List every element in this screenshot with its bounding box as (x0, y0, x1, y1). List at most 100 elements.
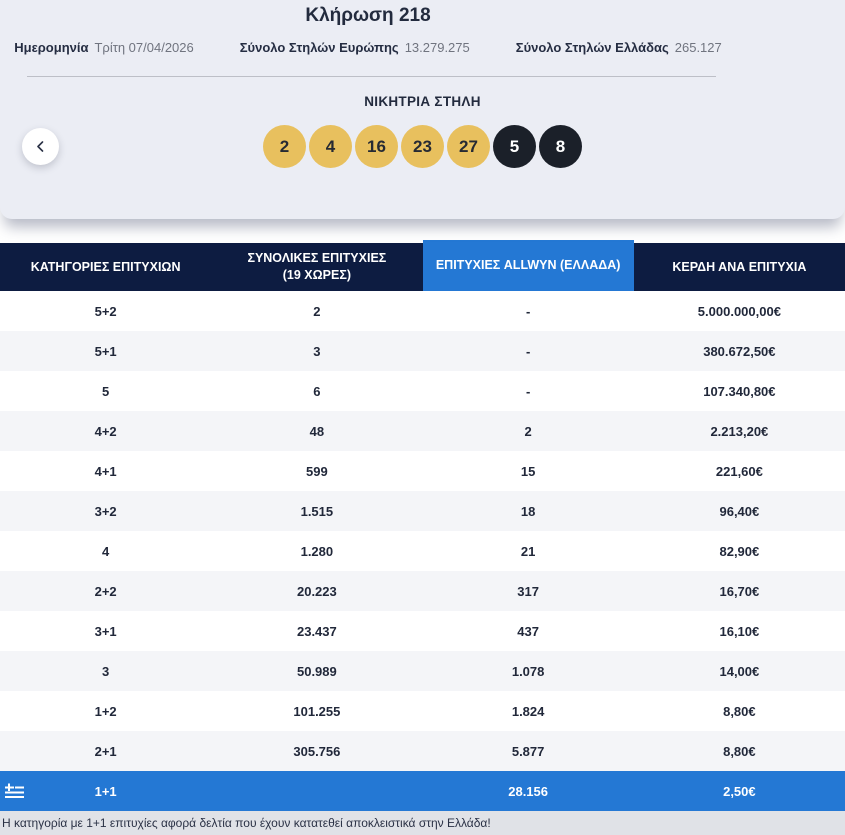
bonus-number-ball: 5 (493, 125, 536, 168)
cell-total: 6 (313, 383, 321, 399)
cell-prize: 14,00€ (719, 663, 760, 679)
winning-number-ball: 16 (355, 125, 398, 168)
meta-date-value: Τρίτη 07/04/2026 (94, 40, 194, 55)
cell-greece: 1.078 (511, 663, 545, 679)
table-row: 4 1.280 21 82,90€ (0, 531, 845, 571)
column-header-total-line2: (19 ΧΩΡΕΣ) (282, 268, 351, 282)
cell-category: 5+1 (94, 343, 117, 359)
cell-greece: 18 (520, 503, 536, 519)
previous-draw-button[interactable] (22, 128, 59, 165)
cell-greece: 437 (517, 623, 539, 639)
cell-total: 1.515 (300, 503, 334, 519)
cell-prize: 16,70€ (719, 583, 760, 599)
greece-only-footnote: Η κατηγορία με 1+1 επιτυχίες αφορά δελτί… (0, 811, 845, 835)
cell-greece: - (525, 383, 531, 399)
cell-greece: 2 (524, 423, 532, 439)
chevron-left-icon (35, 141, 46, 152)
table-row: 1+2 101.255 1.824 8,80€ (0, 691, 845, 731)
winning-number-ball: 2 (263, 125, 306, 168)
column-header-prize: ΚΕΡΔΗ ΑΝΑ ΕΠΙΤΥΧΙΑ (633, 243, 845, 291)
winning-number-ball: 23 (401, 125, 444, 168)
table-row: 2+2 20.223 317 16,70€ (0, 571, 845, 611)
meta-greece-label: Σύνολο Στηλών Ελλάδας (515, 40, 669, 55)
cell-prize: 96,40€ (719, 503, 760, 519)
cell-category: 4 (102, 543, 110, 559)
cell-category: 5 (102, 383, 110, 399)
cell-prize: 8,80€ (723, 703, 756, 719)
cell-prize: 8,80€ (723, 743, 756, 759)
column-header-categories: ΚΑΤΗΓΟΡΙΕΣ ΕΠΙΤΥΧΙΩΝ (0, 243, 212, 291)
cell-category: 3+2 (94, 503, 117, 519)
cell-category: 4+2 (94, 423, 117, 439)
table-row: 4+1 599 15 221,60€ (0, 451, 845, 491)
greece-only-category-row: 1+1 28.156 2,50€ (0, 771, 845, 811)
cell-category: 5+2 (94, 303, 117, 319)
cell-total: 101.255 (293, 703, 341, 719)
results-table-header: ΚΑΤΗΓΟΡΙΕΣ ΕΠΙΤΥΧΙΩΝ ΣΥΝΟΛΙΚΕΣ ΕΠΙΤΥΧΙΕΣ… (0, 240, 845, 291)
cell-total: 3 (313, 343, 321, 359)
winning-column-title: ΝΙΚΗΤΡΙΑ ΣΤΗΛΗ (364, 94, 481, 109)
cell-prize: 16,10€ (719, 623, 760, 639)
header-divider (27, 76, 716, 77)
winning-numbers-row: 2 4 16 23 27 5 8 (0, 125, 845, 168)
cell-prize: 2,50€ (723, 783, 756, 799)
table-row: 2+1 305.756 5.877 8,80€ (0, 731, 845, 771)
cell-greece: 1.824 (511, 703, 545, 719)
cell-total: 50.989 (296, 663, 337, 679)
cell-greece: 15 (520, 463, 536, 479)
meta-europe-columns: Σύνολο Στηλών Ευρώπης 13.279.275 (240, 40, 470, 55)
card-table-gap (0, 219, 845, 240)
meta-date: Ημερομηνία Τρίτη 07/04/2026 (14, 40, 194, 55)
cell-greece: 28.156 (508, 783, 548, 799)
meta-greece-columns: Σύνολο Στηλών Ελλάδας 265.127 (516, 40, 722, 55)
draw-info-block: Κλήρωση 218 Ημερομηνία Τρίτη 07/04/2026 … (0, 0, 736, 77)
table-row: 5 6 - 107.340,80€ (0, 371, 845, 411)
table-row: 3+1 23.437 437 16,10€ (0, 611, 845, 651)
cell-total: 48 (309, 423, 325, 439)
column-header-total-wins: ΣΥΝΟΛΙΚΕΣ ΕΠΙΤΥΧΙΕΣ (19 ΧΩΡΕΣ) (211, 243, 423, 291)
table-row: 3 50.989 1.078 14,00€ (0, 651, 845, 691)
page-title: Κλήρωση 218 (305, 5, 431, 26)
table-row: 4+2 48 2 2.213,20€ (0, 411, 845, 451)
meta-date-label: Ημερομηνία (14, 40, 89, 55)
table-row: 5+1 3 - 380.672,50€ (0, 331, 845, 371)
cell-category: 4+1 (94, 463, 117, 479)
cell-prize: 107.340,80€ (703, 383, 776, 399)
cell-category: 1+2 (94, 703, 117, 719)
results-table-body: 5+2 2 - 5.000.000,00€ 5+1 3 - 380.672,50… (0, 291, 845, 835)
cell-total: 305.756 (293, 743, 341, 759)
column-header-total-line1: ΣΥΝΟΛΙΚΕΣ ΕΠΙΤΥΧΙΕΣ (247, 251, 387, 265)
meta-greece-value: 265.127 (674, 40, 722, 55)
table-row: 5+2 2 - 5.000.000,00€ (0, 291, 845, 331)
cell-prize: 221,60€ (715, 463, 763, 479)
column-header-allwyn-greece: ΕΠΙΤΥΧΙΕΣ ALLWYN (ΕΛΛΑΔΑ) (422, 240, 634, 291)
cell-total: 1.280 (300, 543, 334, 559)
table-row: 3+2 1.515 18 96,40€ (0, 491, 845, 531)
cell-greece: - (525, 343, 531, 359)
cell-prize: 2.213,20€ (710, 423, 769, 439)
cell-greece: 5.877 (511, 743, 545, 759)
meta-europe-label: Σύνολο Στηλών Ευρώπης (239, 40, 399, 55)
bonus-number-ball: 8 (539, 125, 582, 168)
cell-category: 1+1 (94, 783, 117, 799)
cell-total: 599 (306, 463, 328, 479)
winning-number-ball: 27 (447, 125, 490, 168)
winning-number-ball: 4 (309, 125, 352, 168)
cell-prize: 5.000.000,00€ (697, 303, 781, 319)
cell-category: 3 (102, 663, 110, 679)
cell-total: 23.437 (296, 623, 337, 639)
cell-greece: 317 (517, 583, 539, 599)
cell-category: 2+2 (94, 583, 117, 599)
meta-europe-value: 13.279.275 (404, 40, 470, 55)
cell-prize: 82,90€ (719, 543, 760, 559)
cell-greece: - (525, 303, 531, 319)
cell-greece: 21 (520, 543, 536, 559)
cell-category: 2+1 (94, 743, 117, 759)
cell-total: 20.223 (296, 583, 337, 599)
cell-total: 2 (313, 303, 321, 319)
cell-prize: 380.672,50€ (703, 343, 776, 359)
draw-summary-card: Κλήρωση 218 Ημερομηνία Τρίτη 07/04/2026 … (0, 0, 845, 219)
greek-flag-icon (5, 783, 25, 799)
cell-category: 3+1 (94, 623, 117, 639)
draw-meta-row: Ημερομηνία Τρίτη 07/04/2026 Σύνολο Στηλώ… (0, 40, 736, 55)
